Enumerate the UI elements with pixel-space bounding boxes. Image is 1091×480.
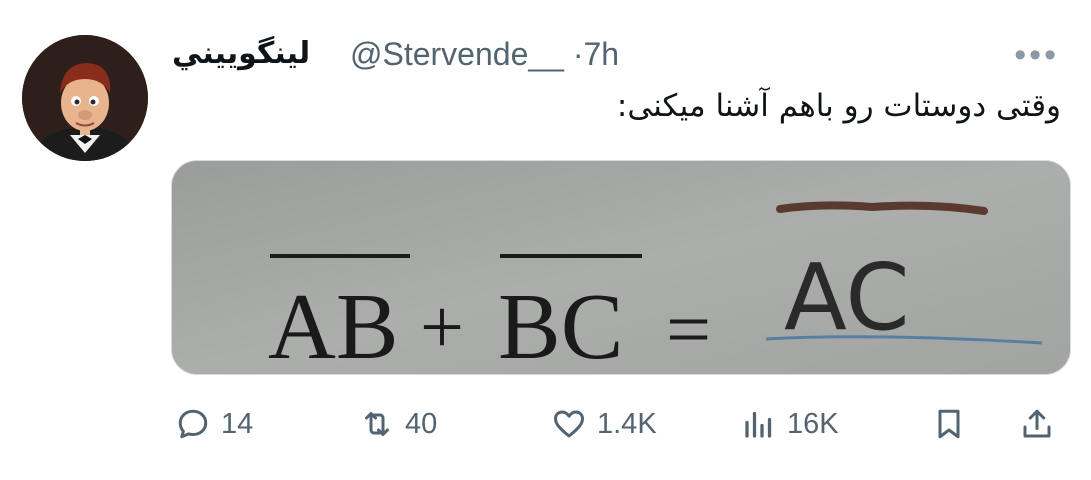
handle-and-time: @Stervende__ ·7h: [350, 36, 619, 73]
bookmark-button[interactable]: [931, 396, 967, 452]
retweet-icon: [365, 412, 389, 436]
printed-equals: =: [666, 286, 711, 374]
avatar-character-icon: [22, 35, 148, 161]
like-button[interactable]: 1.4K: [551, 396, 657, 452]
avatar[interactable]: [22, 35, 148, 161]
separator-dot: ·: [572, 36, 584, 72]
action-bar: 14 40 1.4K 16K: [171, 396, 1069, 452]
printed-plus: +: [420, 283, 464, 370]
retweet-button[interactable]: 40: [359, 396, 437, 452]
like-count: 1.4K: [597, 407, 657, 440]
views-icon: [745, 411, 772, 438]
tweet-text: وقتی دوستات رو باهم آشنا میکنی:: [616, 88, 1061, 124]
printed-ab: AB: [268, 275, 399, 374]
retweet-count: 40: [405, 407, 438, 440]
equation-photo: AB + BC = AC: [172, 161, 1070, 374]
timestamp[interactable]: 7h: [584, 36, 620, 72]
tweet-media-image[interactable]: AB + BC = AC: [171, 160, 1071, 375]
tweet-header: لینگوییني @Stervende__ ·7h •••: [172, 32, 1071, 80]
share-icon: [1023, 409, 1051, 438]
user-handle[interactable]: @Stervende__: [350, 36, 564, 72]
views-button[interactable]: 16K: [741, 396, 839, 452]
share-button[interactable]: [1019, 396, 1055, 452]
reply-count: 14: [221, 407, 254, 440]
more-options-icon[interactable]: •••: [1014, 36, 1059, 75]
bookmark-icon: [938, 409, 960, 439]
printed-bc: BC: [498, 275, 623, 374]
reply-icon: [178, 409, 208, 439]
heart-icon: [554, 410, 584, 438]
reply-button[interactable]: 14: [175, 396, 253, 452]
display-name[interactable]: لینگوییني: [172, 36, 310, 71]
handwritten-ac: AC: [784, 244, 910, 351]
views-count: 16K: [787, 407, 839, 440]
